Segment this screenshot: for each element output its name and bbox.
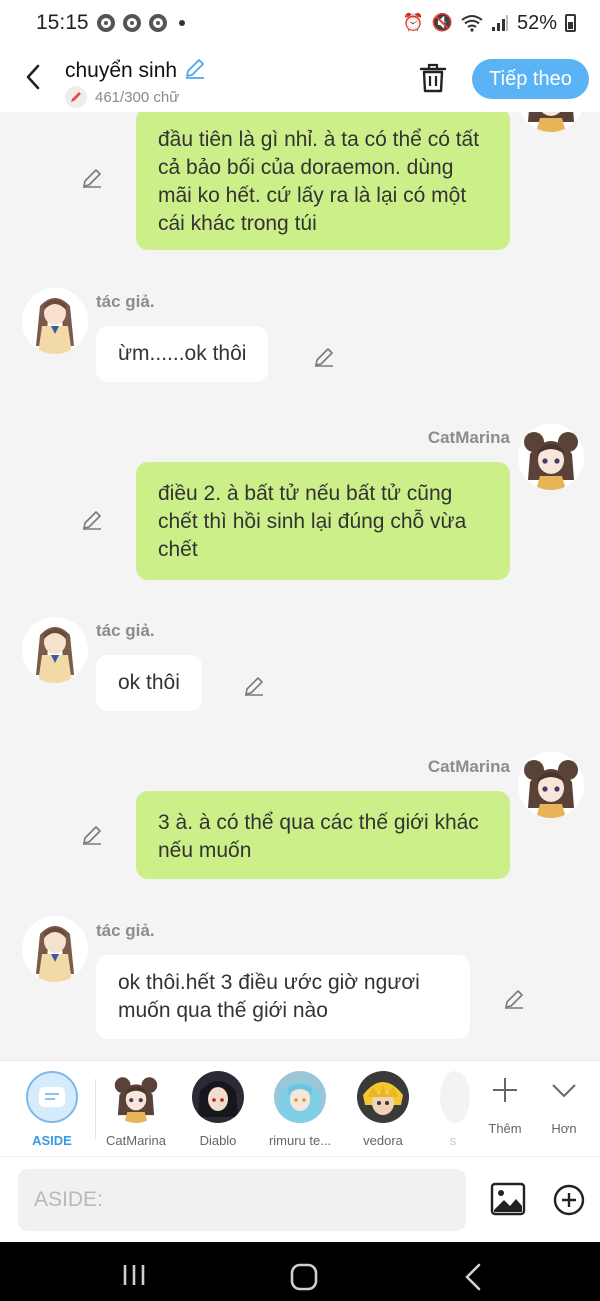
pen-icon	[65, 86, 87, 108]
system-nav-bar	[0, 1242, 600, 1301]
author-avatar[interactable]	[22, 916, 88, 982]
edit-message-icon[interactable]	[312, 345, 336, 369]
character-partial[interactable]: s	[436, 1071, 470, 1148]
aside-icon	[26, 1071, 78, 1123]
back-icon	[465, 1263, 481, 1291]
plus-circle-icon	[553, 1184, 585, 1216]
add-label: Thêm	[488, 1121, 522, 1136]
character-name: vedora	[363, 1133, 403, 1148]
next-button[interactable]: Tiếp theo	[472, 59, 589, 99]
author-avatar[interactable]	[22, 288, 88, 354]
status-left: 15:15	[36, 11, 185, 35]
notification-dot-icon	[178, 20, 185, 26]
message-bubble[interactable]: ok thôi.hết 3 điều ước giờ ngươi muốn qu…	[96, 955, 470, 1039]
character-selector: ASIDE CatMarina Diablo rimuru te... vedo…	[0, 1060, 600, 1156]
add-character-button[interactable]: Thêm	[480, 1075, 530, 1136]
character-aside[interactable]: ASIDE	[12, 1071, 92, 1148]
more-button[interactable]: Hơn	[539, 1075, 589, 1136]
edit-message-icon[interactable]	[80, 166, 104, 190]
edit-message-icon[interactable]	[80, 823, 104, 847]
word-count: 461/300 chữ	[95, 88, 180, 106]
chrome-icon	[96, 14, 115, 32]
catmarina-avatar[interactable]	[518, 424, 584, 490]
character-name: Diablo	[199, 1133, 237, 1148]
chevron-down-icon	[552, 1084, 576, 1098]
character-vedora[interactable]: vedora	[343, 1071, 423, 1148]
recent-apps-icon	[123, 1265, 145, 1285]
word-count-row: 461/300 chữ	[65, 86, 179, 108]
insert-image-button[interactable]	[490, 1181, 526, 1217]
message-bubble[interactable]: điều 2. à bất tử nếu bất tử cũng chết th…	[136, 462, 510, 580]
vedora-avatar	[357, 1071, 409, 1123]
catmarina-avatar	[110, 1071, 162, 1123]
mute-icon: 🔇	[431, 13, 453, 32]
sender-name: tác giả.	[96, 921, 155, 940]
sender-name: tác giả.	[96, 292, 155, 311]
home-icon	[290, 1263, 318, 1291]
partial-avatar	[440, 1071, 470, 1123]
signal-icon	[491, 15, 508, 31]
character-rimuru[interactable]: rimuru te...	[260, 1071, 340, 1148]
catmarina-avatar[interactable]	[518, 752, 584, 818]
more-label: Hơn	[551, 1121, 577, 1136]
message-bubble[interactable]: 3 à. à có thể qua các thế giới khác nếu …	[136, 791, 510, 879]
image-icon	[490, 1182, 526, 1216]
chrome-icon	[122, 14, 141, 32]
edit-message-icon[interactable]	[80, 508, 104, 532]
sender-name: CatMarina	[427, 428, 510, 447]
chrome-icon	[148, 14, 167, 32]
catmarina-avatar[interactable]	[518, 112, 584, 132]
recent-apps-button[interactable]	[121, 1264, 147, 1286]
edit-message-icon[interactable]	[502, 987, 526, 1011]
edit-title-icon[interactable]	[183, 56, 207, 86]
plus-icon	[493, 1078, 517, 1102]
character-catmarina[interactable]: CatMarina	[96, 1071, 176, 1148]
rimuru-avatar	[274, 1071, 326, 1123]
battery-icon	[565, 14, 576, 32]
chat-header: chuyển sinh 461/300 chữ Tiếp theo	[0, 46, 600, 112]
story-title-row[interactable]: chuyển sinh	[65, 56, 207, 86]
add-button[interactable]	[552, 1183, 586, 1217]
home-button[interactable]	[290, 1263, 318, 1291]
chat-area[interactable]: đầu tiên là gì nhỉ. à ta có thể có tất c…	[0, 112, 600, 1060]
character-name: s	[449, 1133, 457, 1148]
alarm-icon: ⏰	[402, 13, 424, 32]
character-name: ASIDE	[32, 1133, 72, 1148]
message-input[interactable]	[18, 1169, 466, 1231]
status-bar: 15:15 ⏰ 🔇 52%	[0, 0, 600, 46]
status-right: ⏰ 🔇 52%	[403, 12, 576, 35]
back-button[interactable]	[22, 62, 44, 92]
wifi-icon	[461, 15, 483, 32]
character-diablo[interactable]: Diablo	[178, 1071, 258, 1148]
chevron-left-icon	[26, 64, 40, 90]
battery-percent: 52%	[516, 11, 557, 34]
nav-back-button[interactable]	[463, 1263, 483, 1291]
message-bubble[interactable]: đầu tiên là gì nhỉ. à ta có thể có tất c…	[136, 112, 510, 250]
author-avatar[interactable]	[22, 617, 88, 683]
trash-icon	[419, 63, 447, 93]
character-name: rimuru te...	[268, 1133, 332, 1148]
message-bubble[interactable]: ok thôi	[96, 655, 202, 711]
diablo-avatar	[192, 1071, 244, 1123]
character-name: CatMarina	[106, 1133, 166, 1148]
input-bar	[0, 1156, 600, 1242]
sender-name: CatMarina	[427, 757, 510, 776]
delete-button[interactable]	[418, 62, 448, 94]
sender-name: tác giả.	[96, 621, 155, 640]
message-bubble[interactable]: ừm......ok thôi	[96, 326, 269, 382]
status-time: 15:15	[36, 11, 89, 34]
edit-message-icon[interactable]	[242, 674, 266, 698]
story-title: chuyển sinh	[65, 59, 178, 82]
